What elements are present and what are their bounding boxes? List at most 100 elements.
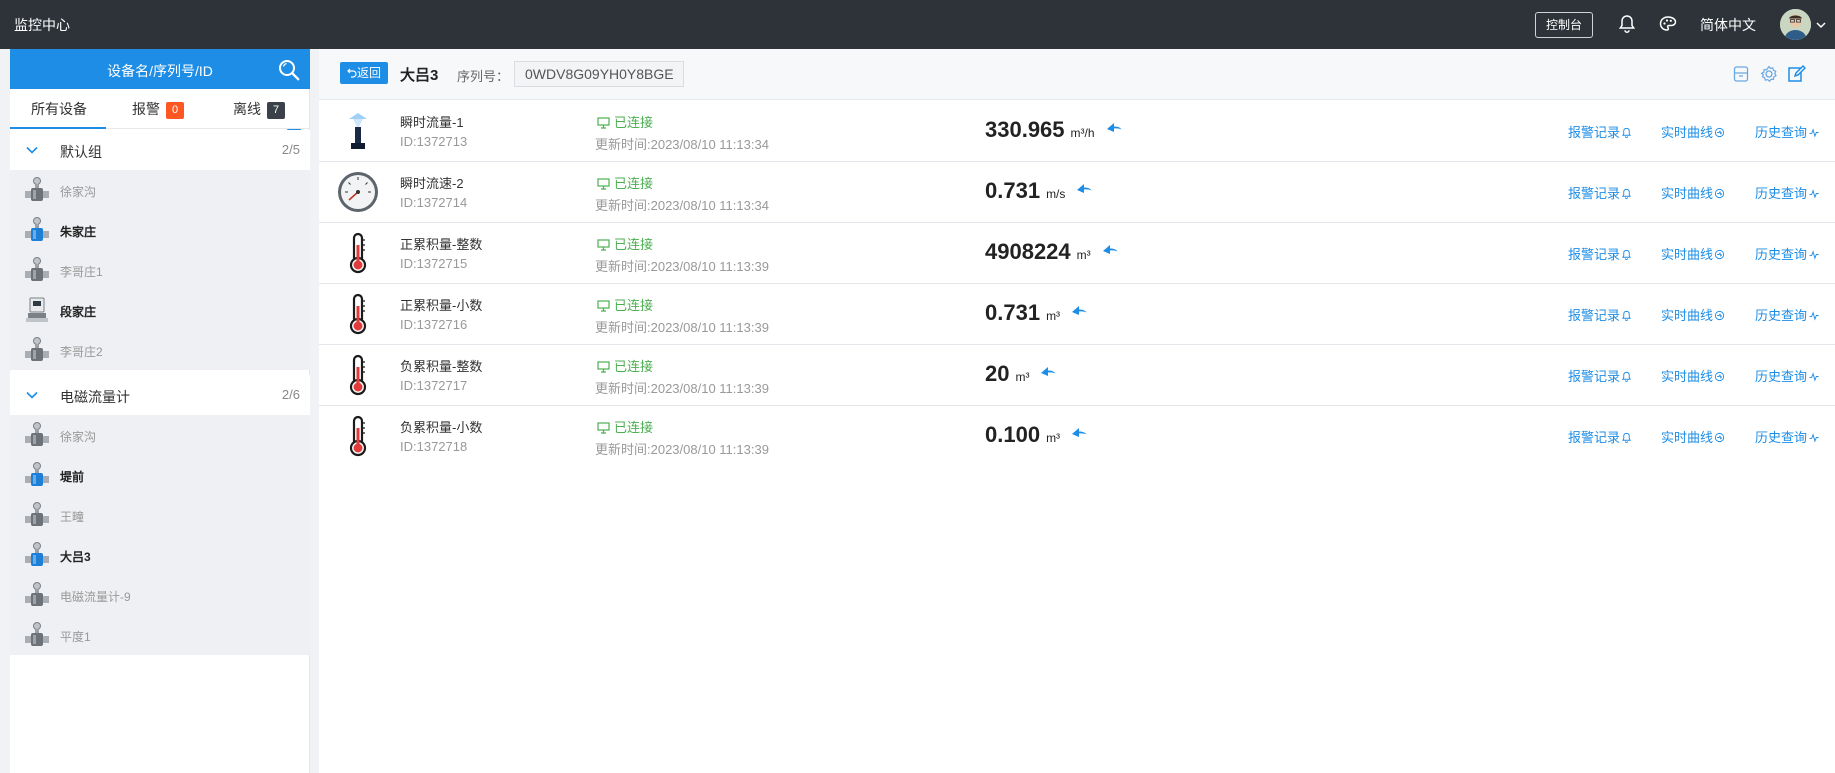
- update-time: 更新时间:2023/08/10 11:13:39: [595, 320, 769, 335]
- value-number: 20: [985, 361, 1010, 386]
- tab-offline[interactable]: 离线 7: [233, 89, 285, 129]
- history-query-link[interactable]: 历史查询: [1755, 427, 1820, 446]
- link-label: 历史查询: [1755, 125, 1808, 140]
- pulse-icon: [1809, 250, 1819, 260]
- avatar[interactable]: [1780, 9, 1811, 40]
- language-selector[interactable]: 简体中文: [1700, 15, 1756, 35]
- group-online-count: 2/5: [281, 142, 300, 157]
- controller-icon: [24, 296, 50, 324]
- value-unit: m³/h: [1070, 126, 1095, 140]
- back-button[interactable]: 返回: [340, 62, 388, 84]
- connection-status: 已连接: [597, 173, 653, 192]
- alarm-record-link[interactable]: 报警记录: [1568, 427, 1632, 446]
- sensor-id: ID:1372717: [400, 378, 468, 393]
- pulse-icon: [1809, 433, 1819, 443]
- link-label: 实时曲线: [1661, 430, 1714, 445]
- gauge-icon: [336, 170, 380, 214]
- history-query-link[interactable]: 历史查询: [1755, 305, 1820, 324]
- history-query-link[interactable]: 历史查询: [1755, 183, 1820, 202]
- device-search-bar[interactable]: 设备名/序列号/ID: [10, 49, 310, 89]
- link-label: 报警记录: [1568, 369, 1621, 384]
- history-query-link[interactable]: 历史查询: [1755, 366, 1820, 385]
- sensor-value: 330.965 m³/h: [985, 117, 1123, 143]
- back-label: 返回: [356, 66, 381, 80]
- monitor-icon: [597, 422, 610, 434]
- update-time: 更新时间:2023/08/10 11:13:34: [595, 137, 769, 152]
- device-name: 大吕3: [60, 550, 91, 564]
- console-button[interactable]: 控制台: [1535, 12, 1593, 38]
- tab-alarm[interactable]: 报警 0: [132, 89, 184, 129]
- device-list-item[interactable]: 李哥庄2: [10, 330, 310, 370]
- device-name: 李哥庄2: [60, 345, 103, 359]
- device-name: 平度1: [60, 630, 91, 644]
- clock-icon: [1714, 188, 1725, 199]
- alarm-record-link[interactable]: 报警记录: [1568, 305, 1632, 324]
- flowmeter-icon: [24, 541, 50, 569]
- monitor-icon: [597, 239, 610, 251]
- sensor-value: 20 m³: [985, 361, 1057, 387]
- archive-icon[interactable]: [1731, 64, 1751, 84]
- flowmeter-icon: [24, 256, 50, 284]
- device-list-item[interactable]: 朱家庄: [10, 210, 310, 250]
- alarm-record-link[interactable]: 报警记录: [1568, 366, 1632, 385]
- monitor-icon: [597, 178, 610, 190]
- realtime-curve-link[interactable]: 实时曲线: [1661, 427, 1725, 446]
- device-detail-panel: 返回 大吕3 序列号： 0WDV8G09YH0Y8BGE 瞬时流量-1 ID:1…: [319, 49, 1835, 773]
- offline-count-badge: 7: [267, 102, 285, 119]
- group-device-list: 徐家沟 堤前 王疃 大吕3 电磁流量计-9 平度1: [10, 415, 310, 655]
- device-name: 王疃: [60, 510, 85, 524]
- serial-number-field[interactable]: 0WDV8G09YH0Y8BGE: [514, 61, 684, 87]
- realtime-curve-link[interactable]: 实时曲线: [1661, 122, 1725, 141]
- group-name: 默认组: [60, 144, 102, 160]
- link-label: 报警记录: [1568, 308, 1621, 323]
- link-label: 实时曲线: [1661, 125, 1714, 140]
- group-online-count: 2/6: [281, 387, 300, 402]
- palette-icon[interactable]: [1658, 14, 1678, 34]
- bell-icon[interactable]: [1617, 14, 1637, 34]
- link-label: 报警记录: [1568, 247, 1621, 262]
- realtime-curve-link[interactable]: 实时曲线: [1661, 244, 1725, 263]
- device-list-item[interactable]: 李哥庄1: [10, 250, 310, 290]
- serial-label: 序列号：: [457, 69, 510, 84]
- gear-icon[interactable]: [1759, 64, 1779, 84]
- history-query-link[interactable]: 历史查询: [1755, 122, 1820, 141]
- chevron-down-icon[interactable]: [1815, 18, 1827, 30]
- device-list-item[interactable]: 徐家沟: [10, 415, 310, 455]
- empty-area: [319, 465, 1835, 773]
- value-unit: m³: [1015, 370, 1030, 384]
- device-list-item[interactable]: 王疃: [10, 495, 310, 535]
- link-label: 历史查询: [1755, 430, 1808, 445]
- alarm-record-link[interactable]: 报警记录: [1568, 183, 1632, 202]
- device-list-item[interactable]: 大吕3: [10, 535, 310, 575]
- connection-status: 已连接: [597, 112, 653, 131]
- edit-icon[interactable]: [1786, 64, 1807, 84]
- history-query-link[interactable]: 历史查询: [1755, 244, 1820, 263]
- pulse-icon: [1809, 189, 1819, 199]
- group-header-emf[interactable]: 电磁流量计 2/6: [10, 375, 310, 415]
- device-name: 段家庄: [60, 305, 97, 319]
- link-label: 报警记录: [1568, 125, 1621, 140]
- alarm-record-link[interactable]: 报警记录: [1568, 244, 1632, 263]
- realtime-curve-link[interactable]: 实时曲线: [1661, 183, 1725, 202]
- tab-all-devices[interactable]: 所有设备: [10, 89, 106, 129]
- link-label: 历史查询: [1755, 247, 1808, 262]
- alarm-record-link[interactable]: 报警记录: [1568, 122, 1632, 141]
- link-label: 历史查询: [1755, 186, 1808, 201]
- device-list-item[interactable]: 段家庄: [10, 290, 310, 330]
- device-name: 李哥庄1: [60, 265, 103, 279]
- clock-icon: [1714, 127, 1725, 138]
- device-list-item[interactable]: 堤前: [10, 455, 310, 495]
- sensor-id: ID:1372716: [400, 317, 468, 332]
- search-icon[interactable]: [277, 58, 301, 82]
- link-label: 实时曲线: [1661, 186, 1714, 201]
- group-header-default[interactable]: 默认组 2/5: [10, 130, 310, 170]
- realtime-curve-link[interactable]: 实时曲线: [1661, 366, 1725, 385]
- realtime-curve-link[interactable]: 实时曲线: [1661, 305, 1725, 324]
- device-list-item[interactable]: 电磁流量计-9: [10, 575, 310, 615]
- device-list-item[interactable]: 徐家沟: [10, 170, 310, 210]
- sensor-value: 0.731 m³: [985, 300, 1088, 326]
- sensor-row: 瞬时流量-1 ID:1372713 已连接 更新时间:2023/08/10 11…: [319, 101, 1835, 162]
- value-unit: m³: [1076, 248, 1091, 262]
- sensor-row: 正累积量-整数 ID:1372715 已连接 更新时间:2023/08/10 1…: [319, 223, 1835, 284]
- device-list-item[interactable]: 平度1: [10, 615, 310, 655]
